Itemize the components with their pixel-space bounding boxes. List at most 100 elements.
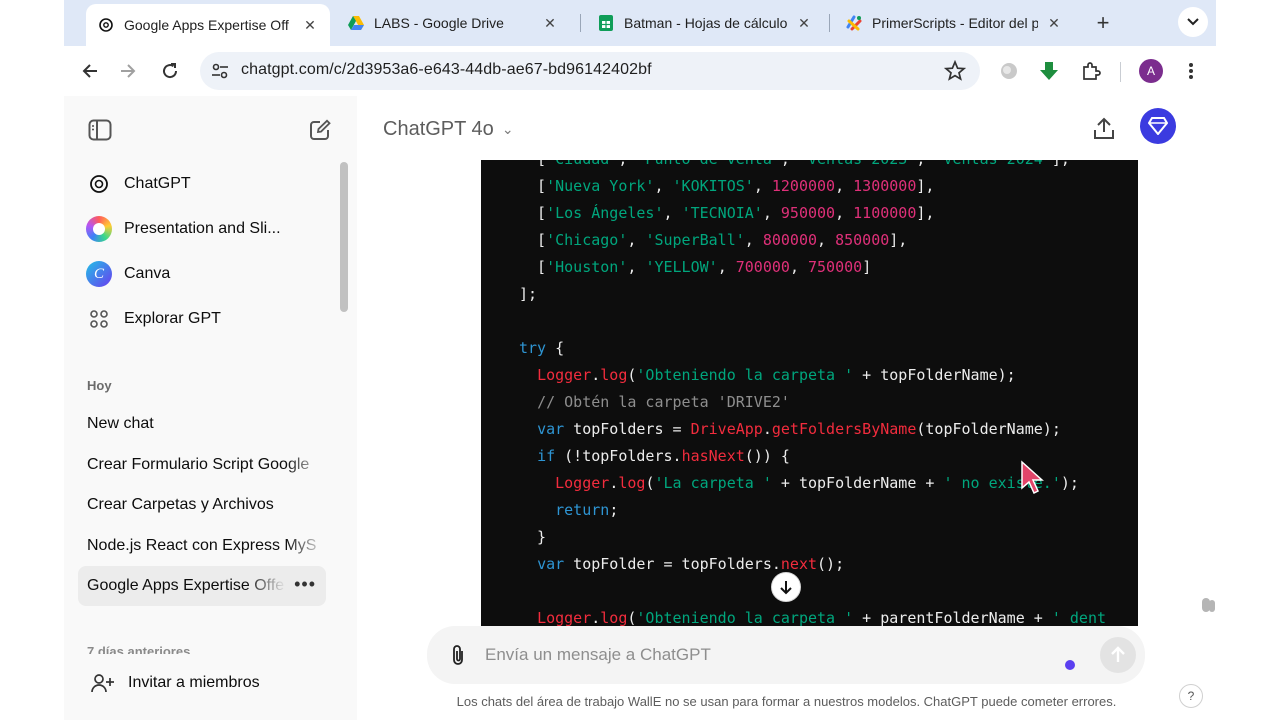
sidebar-gpt-chatgpt[interactable]: ChatGPT <box>78 164 328 204</box>
tab-apps-script[interactable]: PrimerScripts - Editor del p ✕ <box>834 6 1074 40</box>
diamond-icon <box>1148 117 1168 135</box>
code-token: 'Obteniendo la carpeta ' <box>636 366 854 384</box>
code-token: ]; <box>519 285 538 303</box>
code-token: , <box>744 231 763 249</box>
tab-title: Google Apps Expertise Off <box>124 17 289 33</box>
toggle-sidebar-button[interactable] <box>86 116 114 144</box>
code-block: ['Ciudad', 'Punto de venta', 'Ventas 202… <box>481 160 1138 626</box>
code-token: , <box>781 160 799 168</box>
attach-button[interactable] <box>445 642 471 668</box>
code-token: return <box>555 501 610 519</box>
code-token: [ <box>519 204 547 222</box>
close-tab-icon[interactable]: ✕ <box>542 15 558 31</box>
new-chat-button[interactable] <box>306 116 334 144</box>
forward-button[interactable] <box>114 57 142 85</box>
code-line: } <box>519 524 1138 551</box>
reload-button[interactable] <box>156 57 184 85</box>
close-tab-icon[interactable]: ✕ <box>1046 15 1062 31</box>
tab-search-button[interactable] <box>1178 7 1208 37</box>
code-token: 950000 <box>780 204 836 222</box>
code-token: , <box>627 231 646 249</box>
tab-google-sheets[interactable]: Batman - Hojas de cálculo ✕ <box>586 6 824 40</box>
mouse-cursor-icon <box>1021 460 1044 495</box>
puzzle-icon <box>1083 62 1101 80</box>
presentation-gpt-icon <box>86 216 112 242</box>
chevron-down-icon: ⌄ <box>501 121 514 137</box>
code-token: try <box>519 339 547 357</box>
back-button[interactable] <box>76 57 104 85</box>
code-token: , <box>627 258 646 276</box>
chat-item[interactable]: Node.js React con Express MyS <box>78 526 326 566</box>
kebab-menu-icon <box>1189 63 1193 79</box>
code-line: Logger.log('Obteniendo la carpeta ' + pa… <box>519 605 1138 626</box>
help-button[interactable]: ? <box>1179 684 1203 708</box>
chat-title: Node.js React con Express MyS <box>87 537 317 554</box>
profile-avatar[interactable]: A <box>1139 59 1163 83</box>
code-line: // Obtén la carpeta 'DRIVE2' <box>519 389 1138 416</box>
browser-menu-button[interactable] <box>1178 58 1204 84</box>
share-button[interactable] <box>1089 114 1119 144</box>
site-settings-icon[interactable] <box>210 61 230 81</box>
extension-button[interactable] <box>996 58 1022 84</box>
tab-chatgpt[interactable]: Google Apps Expertise Off ✕ <box>86 4 330 46</box>
sidebar: ChatGPT Presentation and Sli... C Canva … <box>64 96 357 720</box>
new-tab-button[interactable]: + <box>1090 10 1116 36</box>
sidebar-gpt-presentation[interactable]: Presentation and Sli... <box>78 209 328 249</box>
bookmark-star-icon[interactable] <box>944 60 966 82</box>
tab-google-drive[interactable]: LABS - Google Drive ✕ <box>336 6 570 40</box>
address-bar[interactable]: chatgpt.com/c/2d3953a6-e643-44db-ae67-bd… <box>200 52 980 90</box>
scroll-to-bottom-button[interactable] <box>771 572 801 602</box>
gpt-diamond-button[interactable] <box>1140 108 1176 144</box>
left-frame <box>0 0 64 720</box>
code-line: var topFolders = DriveApp.getFoldersByNa… <box>519 416 1138 443</box>
sidebar-scrollbar[interactable] <box>340 162 348 312</box>
chat-title: New chat <box>87 415 154 432</box>
code-token: [ <box>519 177 547 195</box>
gpt-label: ChatGPT <box>124 175 191 192</box>
gpt-label: Explorar GPT <box>124 310 221 327</box>
extensions-button[interactable] <box>1078 58 1104 84</box>
code-token: topFolders = <box>564 420 691 438</box>
code-token: , <box>663 204 682 222</box>
code-token: Logger <box>537 366 592 384</box>
status-dot <box>1065 660 1075 670</box>
arrow-up-icon <box>1111 646 1125 662</box>
invite-members-button[interactable]: Invitar a miembros <box>90 670 260 696</box>
code-token: ' dent <box>1051 609 1107 626</box>
code-token: var <box>537 420 565 438</box>
sidebar-footer: Invitar a miembros <box>64 656 357 720</box>
code-token: , <box>762 204 781 222</box>
code-token: Logger <box>555 474 610 492</box>
sidebar-explore-gpts[interactable]: Explorar GPT <box>78 299 328 339</box>
close-tab-icon[interactable]: ✕ <box>302 17 318 33</box>
code-line: return; <box>519 497 1138 524</box>
download-arrow-icon <box>1040 62 1058 80</box>
sidebar-gpt-canva[interactable]: C Canva <box>78 254 328 294</box>
chat-options-button[interactable]: ••• <box>294 574 316 595</box>
chat-item[interactable]: Crear Formulario Script Google <box>78 445 326 485</box>
chat-item[interactable]: Crear Carpetas y Archivos <box>78 485 326 525</box>
code-token: 'TECNOIA' <box>681 204 763 222</box>
toolbar-separator <box>1120 62 1121 82</box>
canva-icon: C <box>86 261 112 287</box>
send-button[interactable] <box>1100 637 1136 673</box>
chat-item-active[interactable]: Google Apps Expertise Offe ••• <box>78 566 326 606</box>
code-token: ()) { <box>744 447 790 465</box>
message-input[interactable]: Envía un mensaje a ChatGPT <box>485 645 711 665</box>
code-line: try { <box>519 335 1138 362</box>
code-token: , <box>717 258 736 276</box>
code-token: log <box>600 366 628 384</box>
invite-label: Invitar a miembros <box>128 674 260 691</box>
chevron-down-icon <box>1187 18 1199 26</box>
chat-item[interactable]: New chat <box>78 404 326 444</box>
text-fade <box>286 526 326 566</box>
download-extension-button[interactable] <box>1036 58 1062 84</box>
page-scrollbar[interactable] <box>1202 598 1210 612</box>
model-selector[interactable]: ChatGPT 4o ⌄ <box>383 118 514 141</box>
code-token: . <box>762 420 772 438</box>
close-tab-icon[interactable]: ✕ <box>796 15 812 31</box>
code-token: [ <box>519 160 546 168</box>
